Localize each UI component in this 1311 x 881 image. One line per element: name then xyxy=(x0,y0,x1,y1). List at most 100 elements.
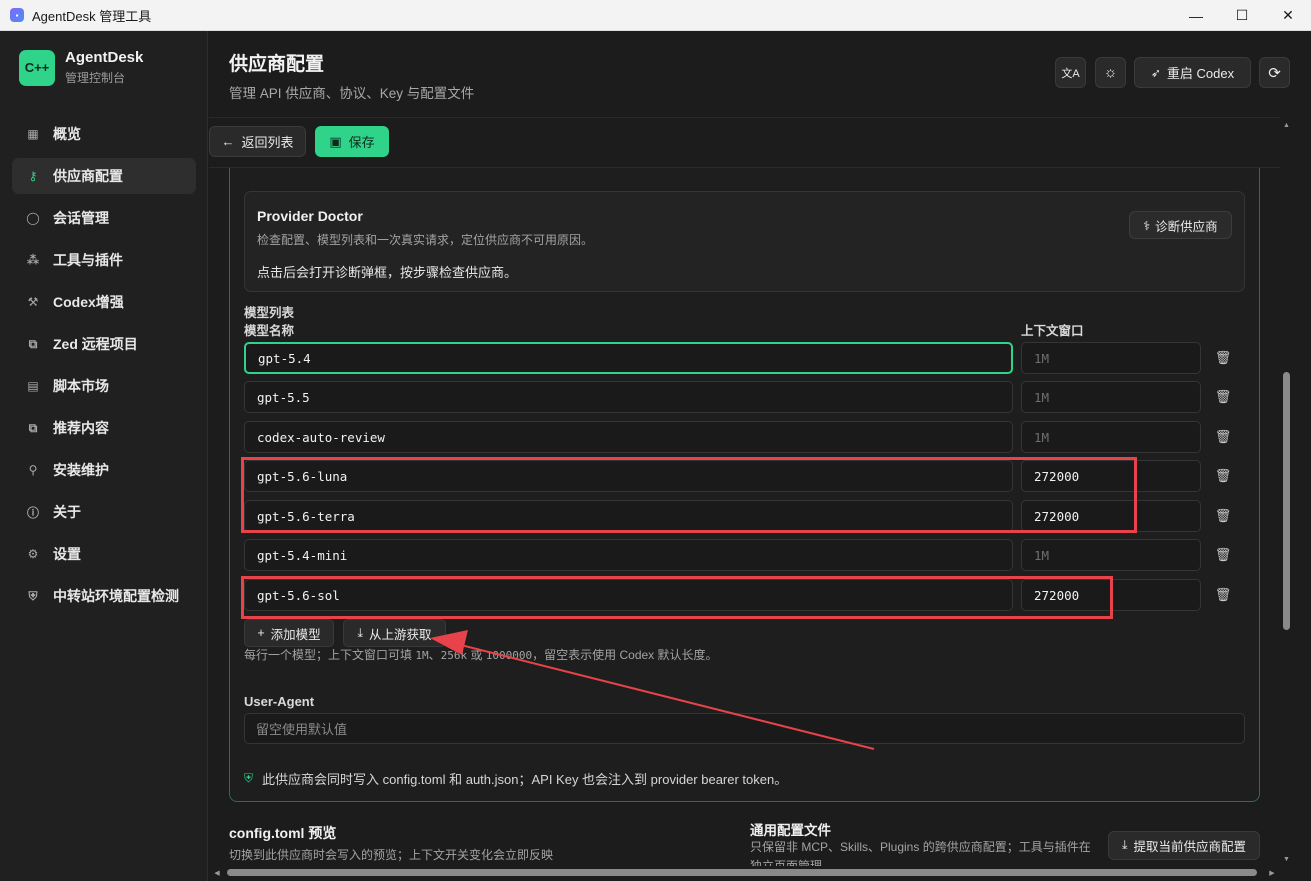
sidebar-item-3[interactable]: ⁂ 工具与插件 xyxy=(12,242,196,278)
external-link-icon: ⧉ xyxy=(28,336,38,351)
fetch-upstream-button[interactable]: ⤓ 从上游获取 xyxy=(343,619,446,647)
window-controls: — ☐ ✕ xyxy=(1173,0,1311,31)
model-hint: 每行一个模型；上下文窗口可填 1M、256k 或 1000000，留空表示使用 … xyxy=(244,648,718,662)
back-to-list-label: 返回列表 xyxy=(241,135,294,150)
chat-bubble-icon: ◯ xyxy=(26,211,40,225)
restart-codex-label: 重启 Codex xyxy=(1166,66,1235,81)
model-list-label: 模型列表 xyxy=(244,306,295,320)
sidebar-item-4[interactable]: ⚒ Codex增强 xyxy=(12,284,196,320)
trash-icon[interactable]: 🗑 xyxy=(1215,546,1232,564)
sidebar-item-9[interactable]: ⓘ 关于 xyxy=(12,494,196,530)
annotation-box-sol xyxy=(241,576,1113,619)
save-button[interactable]: ▣ 保存 xyxy=(315,126,389,157)
model-name-input[interactable]: codex-auto-review xyxy=(244,421,1013,453)
context-window-input[interactable]: 1M xyxy=(1021,342,1201,374)
trash-icon[interactable]: 🗑 xyxy=(1215,428,1232,446)
maximize-button[interactable]: ☐ xyxy=(1219,0,1265,31)
sidebar-item-2[interactable]: ◯ 会话管理 xyxy=(12,200,196,236)
doctor-title: Provider Doctor xyxy=(257,208,363,224)
brand-subtitle: 管理控制台 xyxy=(65,71,126,85)
trash-icon[interactable]: 🗑 xyxy=(1215,467,1232,485)
translate-button[interactable]: 文A xyxy=(1055,57,1086,88)
trash-icon[interactable]: 🗑 xyxy=(1215,586,1232,604)
horizontal-scrollbar[interactable]: ◀ ▶ xyxy=(209,866,1280,879)
external-link-icon: ⧉ xyxy=(28,420,38,435)
model-row: codex-auto-review 1M 🗑 xyxy=(244,421,1244,453)
arrow-left-icon: ← xyxy=(221,134,235,149)
add-model-button[interactable]: + 添加模型 xyxy=(244,619,334,647)
sidebar-item-label: 设置 xyxy=(53,546,81,562)
back-to-list-button[interactable]: ← 返回列表 xyxy=(209,126,306,157)
brand-logo: C++ xyxy=(19,49,55,86)
scroll-up-icon[interactable]: ▲ xyxy=(1280,119,1293,131)
sidebar-item-10[interactable]: ⚙ 设置 xyxy=(12,536,196,572)
sidebar-item-5[interactable]: ⧉ Zed 远程项目 xyxy=(12,326,196,362)
gear-icon: ⚙ xyxy=(27,547,39,561)
user-agent-label: User-Agent xyxy=(244,694,315,709)
diagnose-provider-label: 诊断供应商 xyxy=(1155,219,1218,234)
doctor-note: 点击后会打开诊断弹框，按步骤检查供应商。 xyxy=(257,265,518,280)
context-window-input[interactable]: 1M xyxy=(1021,421,1201,453)
sidebar-item-label: 中转站环境配置检测 xyxy=(53,588,179,604)
page-header: 供应商配置 管理 API 供应商、协议、Key 与配置文件 文A ☼ ➶ 重启 … xyxy=(209,31,1311,117)
add-model-label: 添加模型 xyxy=(270,627,321,642)
doctor-description: 检查配置、模型列表和一次真实请求，定位供应商不可用原因。 xyxy=(257,233,594,247)
context-window-input[interactable]: 1M xyxy=(1021,539,1201,571)
translate-icon: 文A xyxy=(1061,67,1080,80)
model-name-input[interactable]: gpt-5.4 xyxy=(244,342,1013,374)
annotation-box-luna-terra xyxy=(241,457,1137,533)
shield-icon: ⛨ xyxy=(28,588,38,603)
sidebar-item-6[interactable]: ▤ 脚本市场 xyxy=(12,368,196,404)
sidebar-item-7[interactable]: ⧉ 推荐内容 xyxy=(12,410,196,446)
brand: C++ AgentDesk 管理控制台 xyxy=(19,49,143,86)
trash-icon[interactable]: 🗑 xyxy=(1215,349,1232,367)
diagnose-provider-button[interactable]: ⚕ 诊断供应商 xyxy=(1129,211,1232,239)
editor-toolbar: ← 返回列表 ▣ 保存 xyxy=(209,117,1280,168)
provider-doctor-panel: Provider Doctor 检查配置、模型列表和一次真实请求，定位供应商不可… xyxy=(244,191,1245,292)
sidebar-item-1[interactable]: ⚷ 供应商配置 xyxy=(12,158,196,194)
close-button[interactable]: ✕ xyxy=(1265,0,1311,31)
sidebar-item-0[interactable]: ▦ 概览 xyxy=(12,116,196,152)
scroll-down-icon[interactable]: ▼ xyxy=(1280,853,1293,865)
rocket-icon: ➶ xyxy=(1150,65,1161,80)
trash-icon[interactable]: 🗑 xyxy=(1215,388,1232,406)
extract-provider-config-button[interactable]: ⤓ 提取当前供应商配置 xyxy=(1108,831,1260,860)
context-window-input[interactable]: 1M xyxy=(1021,381,1201,413)
extract-provider-config-label: 提取当前供应商配置 xyxy=(1133,840,1247,854)
config-write-info-text: 此供应商会同时写入 config.toml 和 auth.json；API Ke… xyxy=(262,772,788,787)
vertical-scroll-thumb[interactable] xyxy=(1283,372,1290,630)
stethoscope-icon: ⚕ xyxy=(1143,218,1151,233)
save-icon: ▣ xyxy=(329,133,342,149)
model-row: gpt-5.5 1M 🗑 xyxy=(244,381,1244,413)
plus-icon: + xyxy=(257,626,265,640)
sidebar-item-label: 关于 xyxy=(53,504,81,520)
sidebar-item-8[interactable]: ⚲ 安装维护 xyxy=(12,452,196,488)
vertical-scrollbar[interactable]: ▲ ▼ xyxy=(1280,117,1293,867)
sun-icon: ☼ xyxy=(1103,64,1118,81)
sidebar-item-label: 脚本市场 xyxy=(53,378,109,394)
scroll-right-icon[interactable]: ▶ xyxy=(1266,866,1278,879)
user-agent-input[interactable]: 留空使用默认值 xyxy=(244,713,1245,744)
model-name-input[interactable]: gpt-5.4-mini xyxy=(244,539,1013,571)
sidebar-item-label: 概览 xyxy=(53,126,81,142)
refresh-button[interactable]: ⟳ xyxy=(1259,57,1290,88)
minimize-button[interactable]: — xyxy=(1173,0,1219,31)
config-preview-title: config.toml 预览 xyxy=(229,825,337,841)
model-name-input[interactable]: gpt-5.5 xyxy=(244,381,1013,413)
sidebar-nav: ▦ 概览 ⚷ 供应商配置 ◯ 会话管理 ⁂ 工具与插件 ⚒ Codex增强 ⧉ Zed 远程项目 ▤ 脚本… xyxy=(12,116,196,620)
trash-icon[interactable]: 🗑 xyxy=(1215,507,1232,525)
hammer-icon: ⚒ xyxy=(27,295,39,309)
restart-codex-button[interactable]: ➶ 重启 Codex xyxy=(1134,57,1251,88)
sidebar-item-label: Codex增强 xyxy=(53,294,124,310)
theme-toggle-button[interactable]: ☼ xyxy=(1095,57,1126,88)
horizontal-scroll-thumb[interactable] xyxy=(227,869,1257,876)
brand-name: AgentDesk xyxy=(65,49,144,66)
model-row: gpt-5.4-mini 1M 🗑 xyxy=(244,539,1244,571)
config-preview-subtitle: 切换到此供应商时会写入的预览；上下文开关变化会立即反映 xyxy=(229,848,554,862)
key-icon: ⚷ xyxy=(28,169,38,183)
window-title: AgentDesk 管理工具 xyxy=(32,8,152,24)
page-title: 供应商配置 xyxy=(229,54,325,75)
sidebar-item-label: 会话管理 xyxy=(53,210,109,226)
sidebar-item-11[interactable]: ⛨ 中转站环境配置检测 xyxy=(12,578,196,614)
scroll-left-icon[interactable]: ◀ xyxy=(211,866,223,879)
